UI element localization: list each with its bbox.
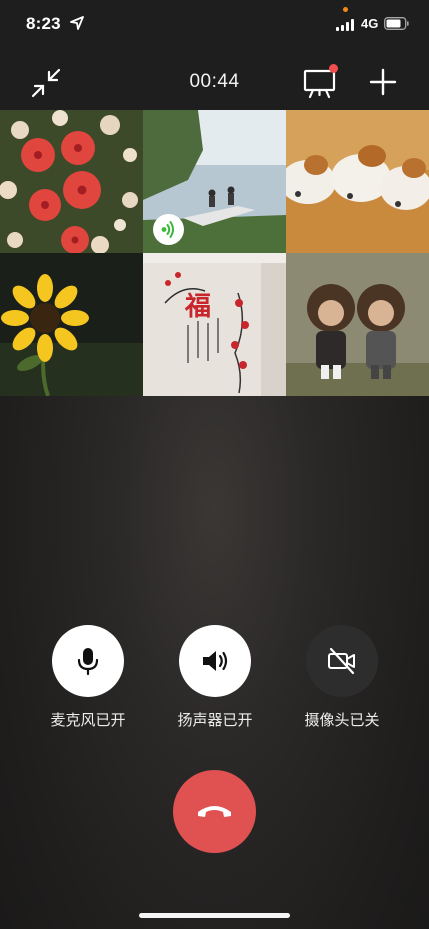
hangup-icon — [198, 806, 231, 817]
call-duration: 00:44 — [189, 71, 240, 92]
svg-text:福: 福 — [184, 292, 211, 322]
battery-icon — [384, 17, 409, 30]
home-indicator[interactable] — [139, 913, 290, 918]
camera-button[interactable] — [306, 625, 378, 697]
participant-tile-2[interactable] — [143, 110, 286, 253]
notification-dot — [329, 64, 338, 73]
participant-tile-3[interactable] — [286, 110, 429, 253]
participant-tile-1[interactable] — [0, 110, 143, 253]
participant-tile-6[interactable] — [286, 253, 429, 396]
status-bar: 8:23 4G — [0, 0, 429, 50]
participant-tile-5[interactable]: 福 — [143, 253, 286, 396]
camera-label: 摄像头已关 — [304, 712, 380, 729]
speaker-toggle[interactable]: 扬声器已开 — [165, 625, 265, 730]
microphone-toggle[interactable]: 麦克风已开 — [38, 625, 138, 730]
participant-grid: 福 — [0, 110, 429, 396]
sound-wave-icon — [161, 221, 174, 238]
speaking-indicator — [153, 214, 184, 245]
microphone-button[interactable] — [52, 625, 124, 697]
dolls-photo — [286, 253, 429, 396]
sunflower-photo — [0, 253, 143, 396]
hangup-button[interactable] — [173, 770, 256, 853]
flowers-photo — [0, 110, 143, 253]
wall-decal-photo: 福 — [143, 253, 286, 396]
speaker-button[interactable] — [179, 625, 251, 697]
network-type: 4G — [361, 16, 379, 31]
cellular-signal-icon — [336, 19, 356, 31]
puppies-photo — [286, 110, 429, 253]
speaker-label: 扬声器已开 — [177, 712, 253, 729]
privacy-indicator-dot — [343, 7, 348, 12]
speaker-icon — [203, 651, 228, 671]
microphone-icon — [77, 648, 99, 676]
camera-off-icon — [328, 647, 355, 675]
camera-toggle[interactable]: 摄像头已关 — [292, 625, 392, 730]
participant-tile-4[interactable] — [0, 253, 143, 396]
status-time: 8:23 — [26, 14, 61, 33]
location-arrow-icon — [70, 16, 84, 30]
microphone-label: 麦克风已开 — [50, 712, 126, 729]
add-participant-icon[interactable] — [369, 68, 397, 96]
